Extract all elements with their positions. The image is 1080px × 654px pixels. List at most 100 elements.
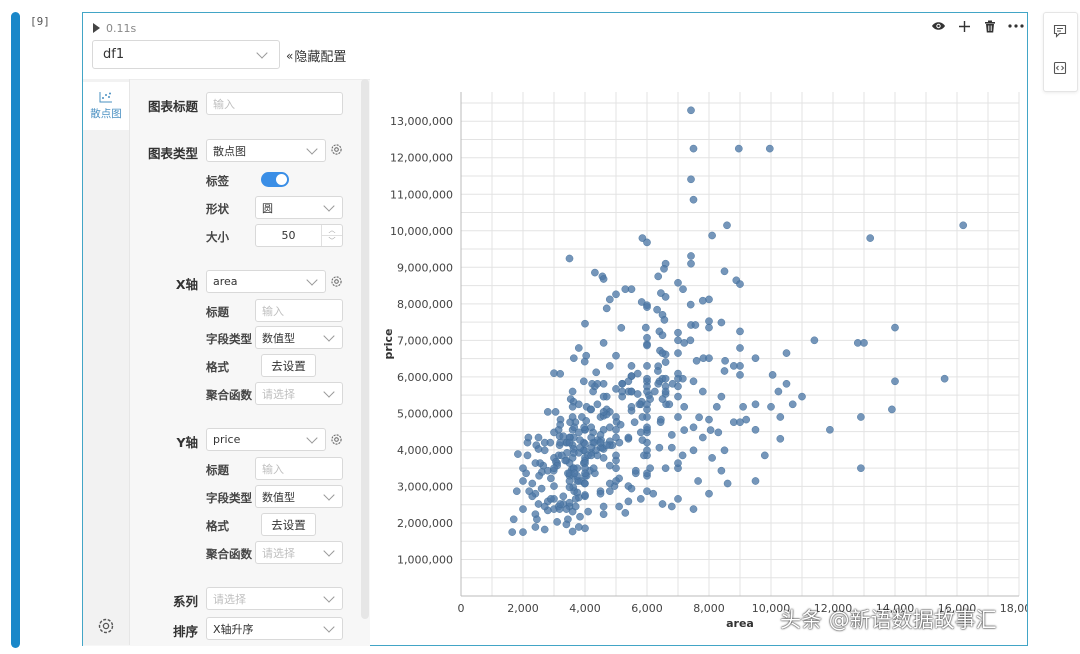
x-axis-format-button[interactable]: 去设置: [261, 354, 316, 377]
scatter-point: [574, 344, 583, 352]
plus-icon[interactable]: [956, 18, 972, 34]
y-axis-field-type-select[interactable]: 数值型: [255, 485, 343, 508]
x-axis-gear-icon[interactable]: [330, 275, 343, 291]
scatter-point: [667, 443, 676, 452]
y-axis-title: price: [382, 328, 395, 359]
scatter-point: [643, 387, 651, 396]
scatter-point: [514, 450, 522, 458]
side-tools-panel: [1043, 12, 1078, 92]
scatter-point: [587, 405, 595, 414]
scatter-point: [570, 469, 579, 478]
scatter-point: [576, 436, 584, 444]
chart-type-select[interactable]: 散点图: [206, 139, 326, 162]
scatter-point: [633, 390, 642, 398]
y-axis-gear-icon[interactable]: [330, 433, 343, 449]
scatter-point: [734, 144, 743, 153]
y-axis-format-button[interactable]: 去设置: [261, 513, 316, 536]
scatter-point: [571, 495, 580, 503]
scatter-point: [568, 387, 577, 396]
chart-title-input[interactable]: 输入: [206, 92, 343, 115]
cell-execution-counter: [9]: [30, 15, 50, 28]
x-axis-agg-select[interactable]: 请选择: [255, 382, 343, 405]
code-icon[interactable]: [1052, 60, 1068, 76]
scatter-point: [736, 344, 744, 352]
scatter-point: [720, 267, 729, 276]
chart-type-value: 散点图: [213, 144, 246, 158]
dataset-select[interactable]: df1: [92, 40, 280, 69]
x-axis-field-select[interactable]: area: [206, 270, 326, 293]
y-tick-label: 8,000,000: [397, 298, 453, 311]
scatter-point: [760, 451, 769, 460]
y-axis-agg-placeholder: 请选择: [262, 546, 295, 560]
scatter-point: [679, 285, 687, 293]
scatter-point: [661, 387, 670, 396]
tab-scatter-chart[interactable]: 散点图: [83, 82, 129, 130]
scatter-point: [654, 367, 662, 375]
trash-icon[interactable]: [982, 18, 998, 34]
scatter-point: [509, 515, 518, 524]
series-select[interactable]: 请选择: [206, 587, 343, 610]
scatter-point: [602, 441, 611, 450]
scatter-point: [569, 354, 578, 363]
scatter-point: [599, 510, 608, 519]
chart-type-gear-icon[interactable]: [330, 143, 343, 159]
sort-select[interactable]: X轴升序: [206, 617, 343, 640]
scatter-point: [717, 466, 726, 475]
y-axis-field-select[interactable]: price: [206, 428, 326, 451]
x-axis-field-type-select[interactable]: 数值型: [255, 326, 343, 349]
hide-config-toggle[interactable]: « 隐藏配置: [286, 46, 346, 66]
scatter-point: [636, 428, 645, 437]
scatter-point: [556, 420, 564, 429]
scatter-point: [568, 527, 577, 536]
watermark: 头条 @新语数据故事汇: [780, 608, 997, 632]
scatter-point: [774, 387, 783, 396]
scatter-point: [638, 436, 647, 444]
scatter-point: [559, 432, 568, 441]
scatter-point: [712, 402, 721, 411]
scatter-point: [674, 382, 682, 391]
scatter-point: [687, 106, 695, 115]
labels-toggle[interactable]: [261, 172, 289, 187]
scatter-point: [571, 502, 580, 511]
scatter-point: [615, 502, 623, 511]
scatter-point: [691, 321, 700, 329]
settings-gear-icon[interactable]: [96, 616, 116, 639]
y-axis-format-label: 格式: [206, 519, 229, 533]
config-scrollbar[interactable]: [361, 79, 369, 619]
scatter-point: [720, 367, 729, 375]
scatter-point: [612, 425, 620, 434]
x-axis-field-type-label: 字段类型: [206, 332, 252, 346]
scatter-point: [605, 362, 614, 370]
more-icon[interactable]: [1008, 18, 1024, 34]
scatter-point: [674, 495, 682, 503]
scatter-point: [580, 357, 589, 366]
scatter-point: [667, 502, 676, 511]
scatter-point: [581, 469, 589, 478]
scatter-point: [624, 497, 633, 506]
chevron-up-icon[interactable]: ︿: [322, 225, 342, 236]
scatter-point: [776, 413, 785, 421]
scatter-point: [596, 489, 605, 498]
y-axis-agg-select[interactable]: 请选择: [255, 541, 343, 564]
scatter-point: [654, 379, 663, 388]
y-tick-label: 9,000,000: [397, 261, 453, 274]
x-tick-label: 4,000: [569, 602, 601, 615]
chart-title-placeholder: 输入: [213, 97, 235, 111]
scatter-point: [661, 293, 670, 301]
chevron-down-icon[interactable]: ﹀: [322, 236, 342, 246]
comment-icon[interactable]: [1052, 23, 1068, 39]
scatter-point: [643, 303, 651, 311]
y-axis-title-input[interactable]: 输入: [255, 457, 343, 480]
eye-icon[interactable]: [930, 18, 946, 34]
x-axis-title-input[interactable]: 输入: [255, 299, 343, 322]
size-stepper[interactable]: 50 ︿ ﹀: [255, 224, 343, 247]
scatter-point: [589, 464, 598, 473]
y-axis-title-placeholder: 输入: [262, 462, 284, 476]
scatter-point: [565, 498, 574, 507]
scatter-point: [714, 428, 723, 437]
scatter-point: [658, 500, 667, 508]
scatter-point: [599, 502, 608, 511]
shape-select[interactable]: 圆: [255, 196, 343, 219]
play-icon[interactable]: [93, 23, 100, 33]
scatter-point: [627, 362, 636, 370]
